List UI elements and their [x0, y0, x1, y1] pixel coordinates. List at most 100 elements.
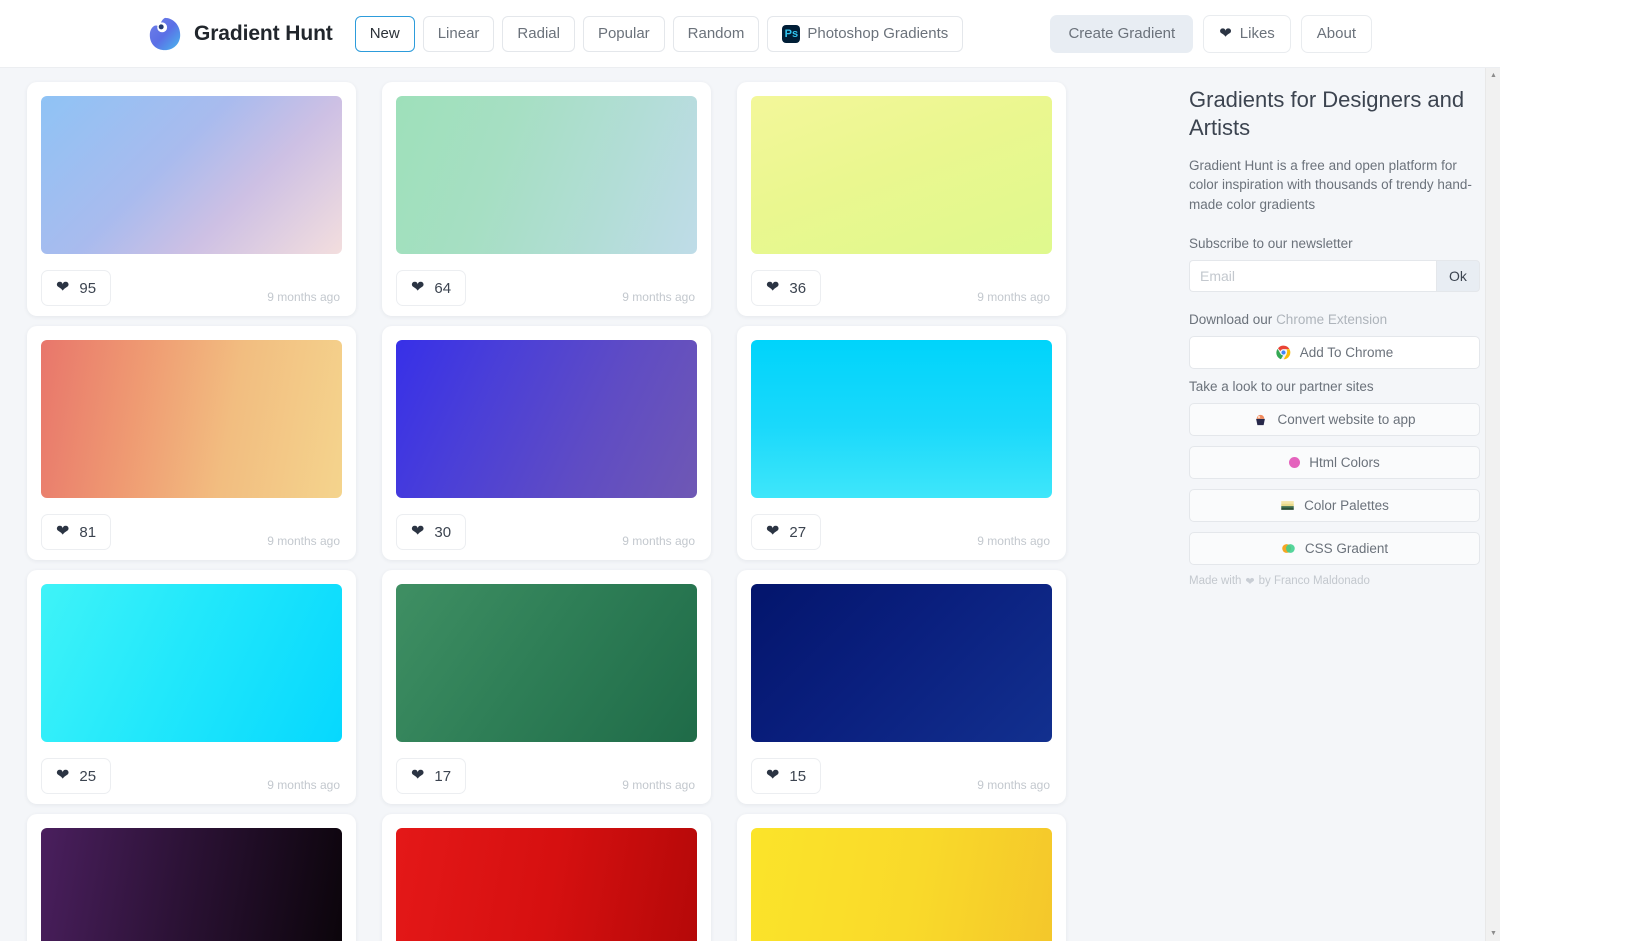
gradient-swatch[interactable]	[41, 584, 342, 742]
gradient-card[interactable]: ❤ 30 9 months ago	[382, 326, 711, 560]
email-input[interactable]	[1189, 259, 1436, 292]
like-button[interactable]: ❤ 81	[41, 514, 112, 550]
page-content: ❤ 95 9 months ago ❤ 64 9 months ago ❤ 36 9 month…	[0, 68, 1500, 941]
gradient-card[interactable]: ❤ 95 9 months ago	[27, 82, 356, 316]
heart-icon: ❤	[766, 523, 780, 540]
gradient-card[interactable]: ❤ 25 9 months ago	[27, 570, 356, 804]
gradient-card[interactable]: ❤	[382, 814, 711, 941]
partner-css-gradient-label: CSS Gradient	[1304, 540, 1389, 556]
gradient-timestamp: 9 months ago	[977, 778, 1050, 792]
likes-button[interactable]: ❤ Likes	[1203, 14, 1291, 53]
pink-dot-icon	[1289, 456, 1301, 468]
heart-icon: ❤	[766, 279, 780, 296]
gradient-card-meta: ❤ 15 9 months ago	[751, 758, 1052, 794]
nav-item-popular[interactable]: Popular	[582, 15, 665, 52]
like-count: 36	[789, 279, 807, 297]
vertical-scrollbar[interactable]: ▲ ▼	[1485, 68, 1500, 941]
gradient-swatch[interactable]	[396, 340, 697, 498]
two-circles-icon	[1282, 543, 1295, 553]
heart-icon: ❤	[411, 523, 425, 540]
like-count: 15	[789, 767, 807, 785]
gradient-swatch[interactable]	[751, 96, 1052, 254]
gradient-swatch[interactable]	[751, 584, 1052, 742]
scrollbar-down-arrow[interactable]: ▼	[1486, 926, 1500, 941]
gradient-timestamp: 9 months ago	[267, 534, 340, 548]
made-prefix: Made with	[1189, 575, 1242, 588]
about-button[interactable]: About	[1300, 14, 1372, 53]
app-header: Gradient Hunt New Linear Radial Popular …	[0, 0, 1500, 68]
like-button[interactable]: ❤ 64	[396, 270, 467, 306]
gradient-swatch[interactable]	[396, 584, 697, 742]
add-to-chrome-button[interactable]: Add To Chrome	[1189, 335, 1480, 369]
gradient-swatch[interactable]	[751, 340, 1052, 498]
likes-label: Likes	[1239, 25, 1275, 42]
page-root: Gradient Hunt New Linear Radial Popular …	[0, 0, 1651, 941]
nav-item-popular-label: Popular	[597, 25, 650, 42]
partner-html-colors-label: Html Colors	[1309, 454, 1380, 470]
partner-convert-website-to-app[interactable]: Convert website to app	[1189, 402, 1480, 436]
nav-item-new-label: New	[369, 25, 400, 42]
heart-icon: ❤	[56, 279, 70, 296]
partner-color-palettes[interactable]: Color Palettes	[1189, 488, 1480, 522]
main-nav: New Linear Radial Popular Random Ps Phot…	[354, 15, 964, 52]
gradient-card[interactable]: ❤	[737, 814, 1066, 941]
scrollbar-up-arrow[interactable]: ▲	[1486, 68, 1500, 83]
gradient-swatch[interactable]	[396, 828, 697, 941]
nav-item-radial[interactable]: Radial	[502, 15, 575, 52]
gradient-card[interactable]: ❤ 15 9 months ago	[737, 570, 1066, 804]
like-button[interactable]: ❤ 17	[396, 758, 467, 794]
gradient-swatch[interactable]	[751, 828, 1052, 941]
create-gradient-button[interactable]: Create Gradient	[1050, 14, 1194, 53]
like-count: 64	[434, 279, 452, 297]
gradient-swatch[interactable]	[41, 828, 342, 941]
heart-icon: ❤	[1219, 25, 1232, 42]
photoshop-icon: Ps	[782, 24, 801, 43]
sidebar-description: Gradient Hunt is a free and open platfor…	[1189, 158, 1472, 212]
gradient-card[interactable]: ❤ 27 9 months ago	[737, 326, 1066, 560]
heart-icon: ❤	[411, 767, 425, 784]
newsletter-ok-button[interactable]: Ok	[1436, 259, 1480, 292]
gradient-timestamp: 9 months ago	[622, 534, 695, 548]
nav-item-random[interactable]: Random	[672, 15, 760, 52]
brand[interactable]: Gradient Hunt	[146, 15, 333, 53]
heart-icon: ❤	[56, 523, 70, 540]
made-by-footer: Made with ❤ by Franco Maldonado	[1189, 575, 1480, 588]
gradient-timestamp: 9 months ago	[267, 778, 340, 792]
like-button[interactable]: ❤ 36	[751, 270, 822, 306]
gradient-card-meta: ❤ 36 9 months ago	[751, 270, 1052, 306]
gradient-swatch[interactable]	[41, 96, 342, 254]
like-count: 25	[79, 767, 97, 785]
gradient-card[interactable]: ❤ 81 9 months ago	[27, 326, 356, 560]
gradient-card[interactable]: ❤ 36 9 months ago	[737, 82, 1066, 316]
chrome-icon	[1276, 345, 1291, 360]
gradient-swatch[interactable]	[396, 96, 697, 254]
nav-item-linear-label: Linear	[437, 25, 480, 42]
gradient-card-meta: ❤ 17 9 months ago	[396, 758, 697, 794]
heart-icon: ❤	[411, 279, 425, 296]
like-button[interactable]: ❤ 30	[396, 514, 467, 550]
download-extension-label: Download our Chrome Extension	[1189, 312, 1480, 327]
gradient-timestamp: 9 months ago	[622, 290, 695, 304]
partner-html-colors[interactable]: Html Colors	[1189, 445, 1480, 479]
nav-item-new[interactable]: New	[354, 15, 415, 52]
gradient-card-meta: ❤ 64 9 months ago	[396, 270, 697, 306]
gradient-card-meta: ❤ 95 9 months ago	[41, 270, 342, 306]
partners-label: Take a look to our partner sites	[1189, 378, 1374, 394]
heart-icon: ❤	[766, 767, 780, 784]
nav-item-photoshop-label: Photoshop Gradients	[807, 25, 949, 42]
gradient-card[interactable]: ❤ 17 9 months ago	[382, 570, 711, 804]
nav-item-photoshop-gradients[interactable]: Ps Photoshop Gradients	[767, 15, 964, 52]
like-button[interactable]: ❤ 15	[751, 758, 822, 794]
nav-item-linear[interactable]: Linear	[422, 15, 495, 52]
like-button[interactable]: ❤ 95	[41, 270, 112, 306]
like-button[interactable]: ❤ 25	[41, 758, 112, 794]
gradient-card[interactable]: ❤ 64 9 months ago	[382, 82, 711, 316]
gradient-swatch[interactable]	[41, 340, 342, 498]
nav-item-radial-label: Radial	[517, 25, 560, 42]
sidebar-title: Gradients for Designers and Artists	[1189, 87, 1465, 141]
scrollbar-thumb[interactable]	[1487, 84, 1500, 204]
like-button[interactable]: ❤ 27	[751, 514, 822, 550]
partner-css-gradient[interactable]: CSS Gradient	[1189, 531, 1480, 565]
add-to-chrome-label: Add To Chrome	[1299, 344, 1394, 360]
gradient-card[interactable]: ❤	[27, 814, 356, 941]
